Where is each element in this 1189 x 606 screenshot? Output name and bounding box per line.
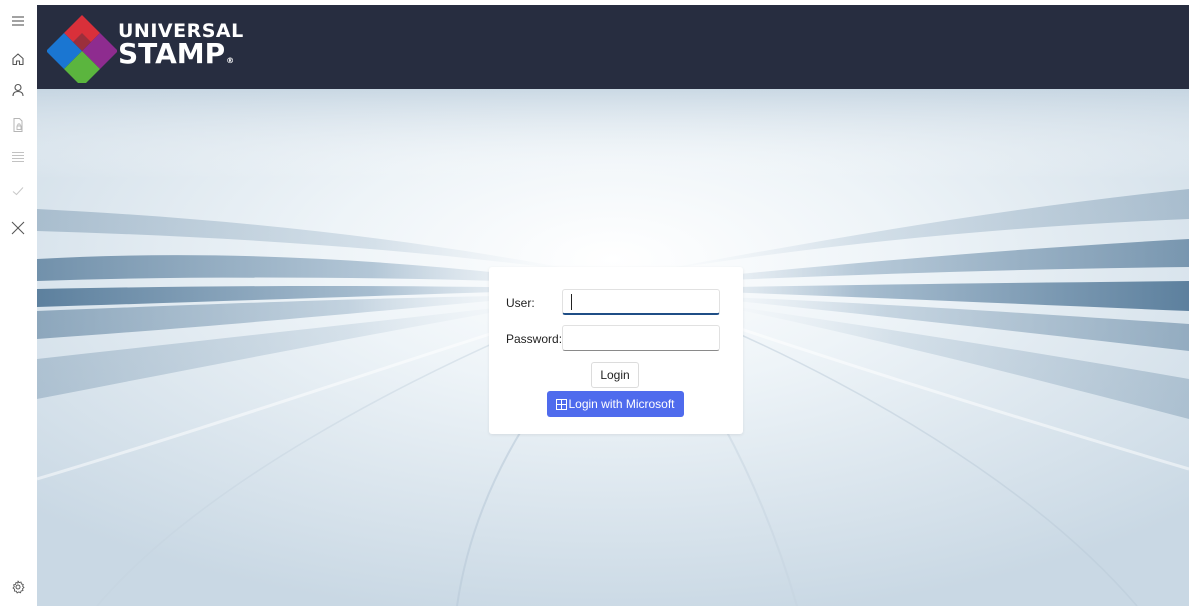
text-caret bbox=[571, 294, 572, 310]
password-label: Password: bbox=[506, 332, 563, 346]
sidebar bbox=[0, 0, 36, 606]
login-button[interactable]: Login bbox=[591, 362, 639, 388]
list-button bbox=[4, 143, 32, 171]
logo-text: UNIVERSAL STAMP® bbox=[118, 22, 244, 68]
login-button-label: Login bbox=[600, 368, 630, 382]
logo-diamond-icon bbox=[47, 15, 117, 83]
list-icon bbox=[12, 152, 24, 162]
password-input[interactable] bbox=[562, 325, 720, 351]
universal-stamp-logo: UNIVERSAL STAMP® bbox=[47, 11, 257, 83]
home-button[interactable] bbox=[4, 45, 32, 73]
app-header: UNIVERSAL STAMP® bbox=[37, 5, 1189, 89]
menu-button[interactable] bbox=[4, 7, 32, 35]
home-icon bbox=[12, 53, 24, 66]
document-button bbox=[4, 111, 32, 139]
checkmark-icon bbox=[12, 187, 24, 196]
microsoft-button-label: Login with Microsoft bbox=[568, 397, 675, 411]
logo-line-2: STAMP® bbox=[118, 40, 244, 68]
registered-mark: ® bbox=[226, 56, 235, 65]
document-lock-icon bbox=[13, 118, 23, 132]
user-input[interactable] bbox=[562, 289, 720, 315]
login-card: User: Password: Login Login with Microso… bbox=[489, 267, 743, 434]
login-with-microsoft-button[interactable]: Login with Microsoft bbox=[547, 391, 684, 417]
main-area: UNIVERSAL STAMP® User: Password: Login L… bbox=[37, 5, 1189, 606]
logo-line-2-text: STAMP bbox=[118, 37, 226, 70]
gear-icon bbox=[12, 580, 25, 594]
hamburger-icon bbox=[12, 16, 24, 26]
microsoft-icon bbox=[556, 398, 568, 410]
user-button[interactable] bbox=[4, 76, 32, 104]
user-label: User: bbox=[506, 296, 535, 310]
close-button[interactable] bbox=[4, 214, 32, 242]
settings-button[interactable] bbox=[4, 573, 32, 601]
check-button bbox=[4, 177, 32, 205]
close-icon bbox=[11, 221, 25, 235]
person-icon bbox=[12, 83, 24, 97]
